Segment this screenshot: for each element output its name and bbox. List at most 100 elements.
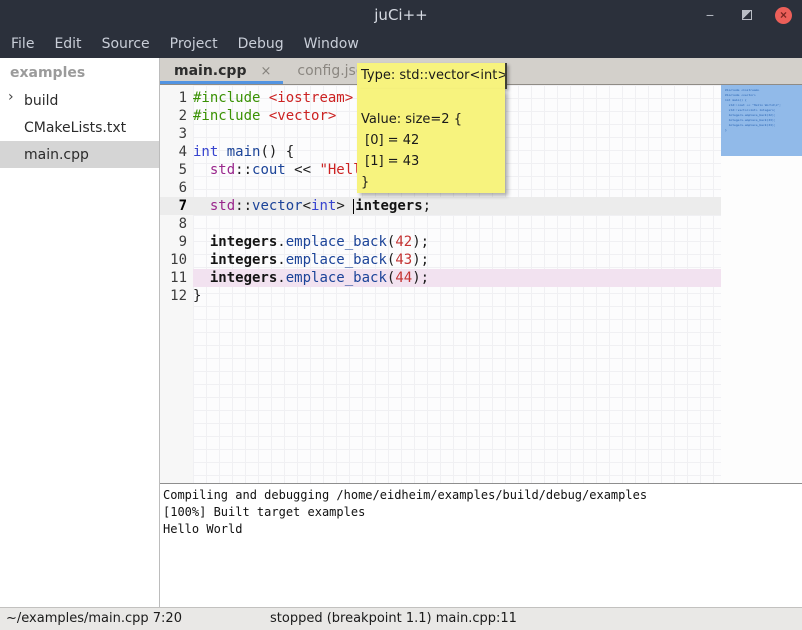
tab-close-icon[interactable]: × xyxy=(260,64,271,79)
code-token: <vector> xyxy=(269,108,336,124)
tree-item-label: build xyxy=(24,93,58,109)
code-token: integers xyxy=(210,270,277,286)
window-title: juCi++ xyxy=(374,6,427,24)
menu-debug[interactable]: Debug xyxy=(228,30,294,58)
code-token: . xyxy=(277,234,285,250)
code-token: emplace_back xyxy=(286,252,387,268)
line-number-gutter: 123456789101112 xyxy=(160,85,193,483)
code-token xyxy=(260,108,268,124)
menu-file[interactable]: File xyxy=(1,30,44,58)
file-tree: › build CMakeLists.txt main.cpp xyxy=(0,87,159,168)
minimize-icon: − xyxy=(706,7,714,23)
debug-value-line: [1] = 43 xyxy=(361,151,505,172)
line-number: 6 xyxy=(160,179,193,197)
code-token: () { xyxy=(260,144,294,160)
tree-item-label: main.cpp xyxy=(24,147,89,163)
code-token: ); xyxy=(412,270,429,286)
code-token: emplace_back xyxy=(286,234,387,250)
code-token: std xyxy=(210,162,235,178)
code-line: } xyxy=(193,287,721,305)
menu-source[interactable]: Source xyxy=(92,30,160,58)
line-number: 8 xyxy=(160,215,193,233)
tab-main-cpp[interactable]: main.cpp × xyxy=(160,58,283,84)
debug-value-line: [0] = 42 xyxy=(361,130,505,151)
code-token: ); xyxy=(412,234,429,250)
line-number: 4 xyxy=(160,143,193,161)
tree-item-label: CMakeLists.txt xyxy=(24,120,126,136)
code-token: 44 xyxy=(395,270,412,286)
restore-icon xyxy=(742,10,752,20)
code-token: ; xyxy=(423,198,431,214)
close-button[interactable]: × xyxy=(775,7,792,24)
terminal-line: Hello World xyxy=(163,521,800,538)
code-token: emplace_back xyxy=(286,270,387,286)
statusbar: ~/examples/main.cpp 7:20 stopped (breakp… xyxy=(0,607,802,630)
tree-item-main-cpp[interactable]: main.cpp xyxy=(0,141,159,168)
code-token: 42 xyxy=(395,234,412,250)
code-token: std xyxy=(210,198,235,214)
terminal-line: Compiling and debugging /home/eidheim/ex… xyxy=(163,487,800,504)
minimap[interactable]: #include <iostream>#include <vector>int … xyxy=(721,85,802,483)
code-token xyxy=(218,144,226,160)
code-token: << xyxy=(286,162,320,178)
code-token: . xyxy=(277,270,285,286)
code-line xyxy=(193,215,721,233)
tab-label: main.cpp xyxy=(174,63,246,79)
status-debug-state: stopped (breakpoint 1.1) main.cpp:11 xyxy=(270,611,517,626)
code-line: std::vector<int> integers; xyxy=(193,197,721,215)
code-line: integers.emplace_back(43); xyxy=(193,251,721,269)
line-number: 10 xyxy=(160,251,193,269)
window-controls: − × xyxy=(701,0,792,30)
menu-window[interactable]: Window xyxy=(294,30,369,58)
line-number: 2 xyxy=(160,107,193,125)
terminal-line: [100%] Built target examples xyxy=(163,504,800,521)
line-number: 12 xyxy=(160,287,193,305)
line-number: 3 xyxy=(160,125,193,143)
code-token: integers xyxy=(210,252,277,268)
code-token: 43 xyxy=(395,252,412,268)
minimize-button[interactable]: − xyxy=(701,6,719,24)
code-token: } xyxy=(193,288,201,304)
line-number: 5 xyxy=(160,161,193,179)
file-tree-panel: examples ›buildCMakeLists.txtmain.cpp xyxy=(0,58,160,607)
code-token: #include xyxy=(193,108,260,124)
code-line: integers.emplace_back(44); xyxy=(193,269,721,287)
code-token: int xyxy=(311,198,336,214)
code-line: integers.emplace_back(42); xyxy=(193,233,721,251)
close-icon: × xyxy=(780,8,787,22)
debug-type-tooltip: Type: std::vector<int> xyxy=(357,63,507,89)
code-token: int xyxy=(193,144,218,160)
code-token: main xyxy=(227,144,261,160)
chevron-right-icon[interactable]: › xyxy=(8,89,14,105)
line-number: 9 xyxy=(160,233,193,251)
code-token: ); xyxy=(412,252,429,268)
titlebar[interactable]: juCi++ − × xyxy=(0,0,802,30)
status-file-position: ~/examples/main.cpp 7:20 xyxy=(6,611,182,626)
debug-value-line: Value: size=2 { xyxy=(361,109,505,130)
tree-item-build[interactable]: › build xyxy=(0,87,159,114)
minimap-viewport[interactable] xyxy=(721,85,802,156)
menubar: FileEditSourceProjectDebugWindow xyxy=(0,30,802,58)
line-number: 1 xyxy=(160,89,193,107)
menu-edit[interactable]: Edit xyxy=(44,30,91,58)
debug-value-line: } xyxy=(361,172,505,193)
code-token xyxy=(260,90,268,106)
code-token xyxy=(193,162,210,178)
code-token xyxy=(193,198,210,214)
terminal-output[interactable]: Compiling and debugging /home/eidheim/ex… xyxy=(160,483,802,607)
tree-item-cmakelists-txt[interactable]: CMakeLists.txt xyxy=(0,114,159,141)
debug-type-text: Type: std::vector<int> xyxy=(361,68,507,83)
code-token: < xyxy=(303,198,311,214)
line-number: 11 xyxy=(160,269,193,287)
code-token: integers xyxy=(210,234,277,250)
code-token xyxy=(193,252,210,268)
menu-project[interactable]: Project xyxy=(160,30,228,58)
code-token: . xyxy=(277,252,285,268)
code-token: cout xyxy=(252,162,286,178)
code-token: > xyxy=(336,198,353,214)
code-token: <iostream> xyxy=(269,90,353,106)
app-window: juCi++ − × FileEditSourceProjectDebugWin… xyxy=(0,0,802,630)
code-token xyxy=(193,234,210,250)
restore-button[interactable] xyxy=(738,6,756,24)
code-token: :: xyxy=(235,198,252,214)
